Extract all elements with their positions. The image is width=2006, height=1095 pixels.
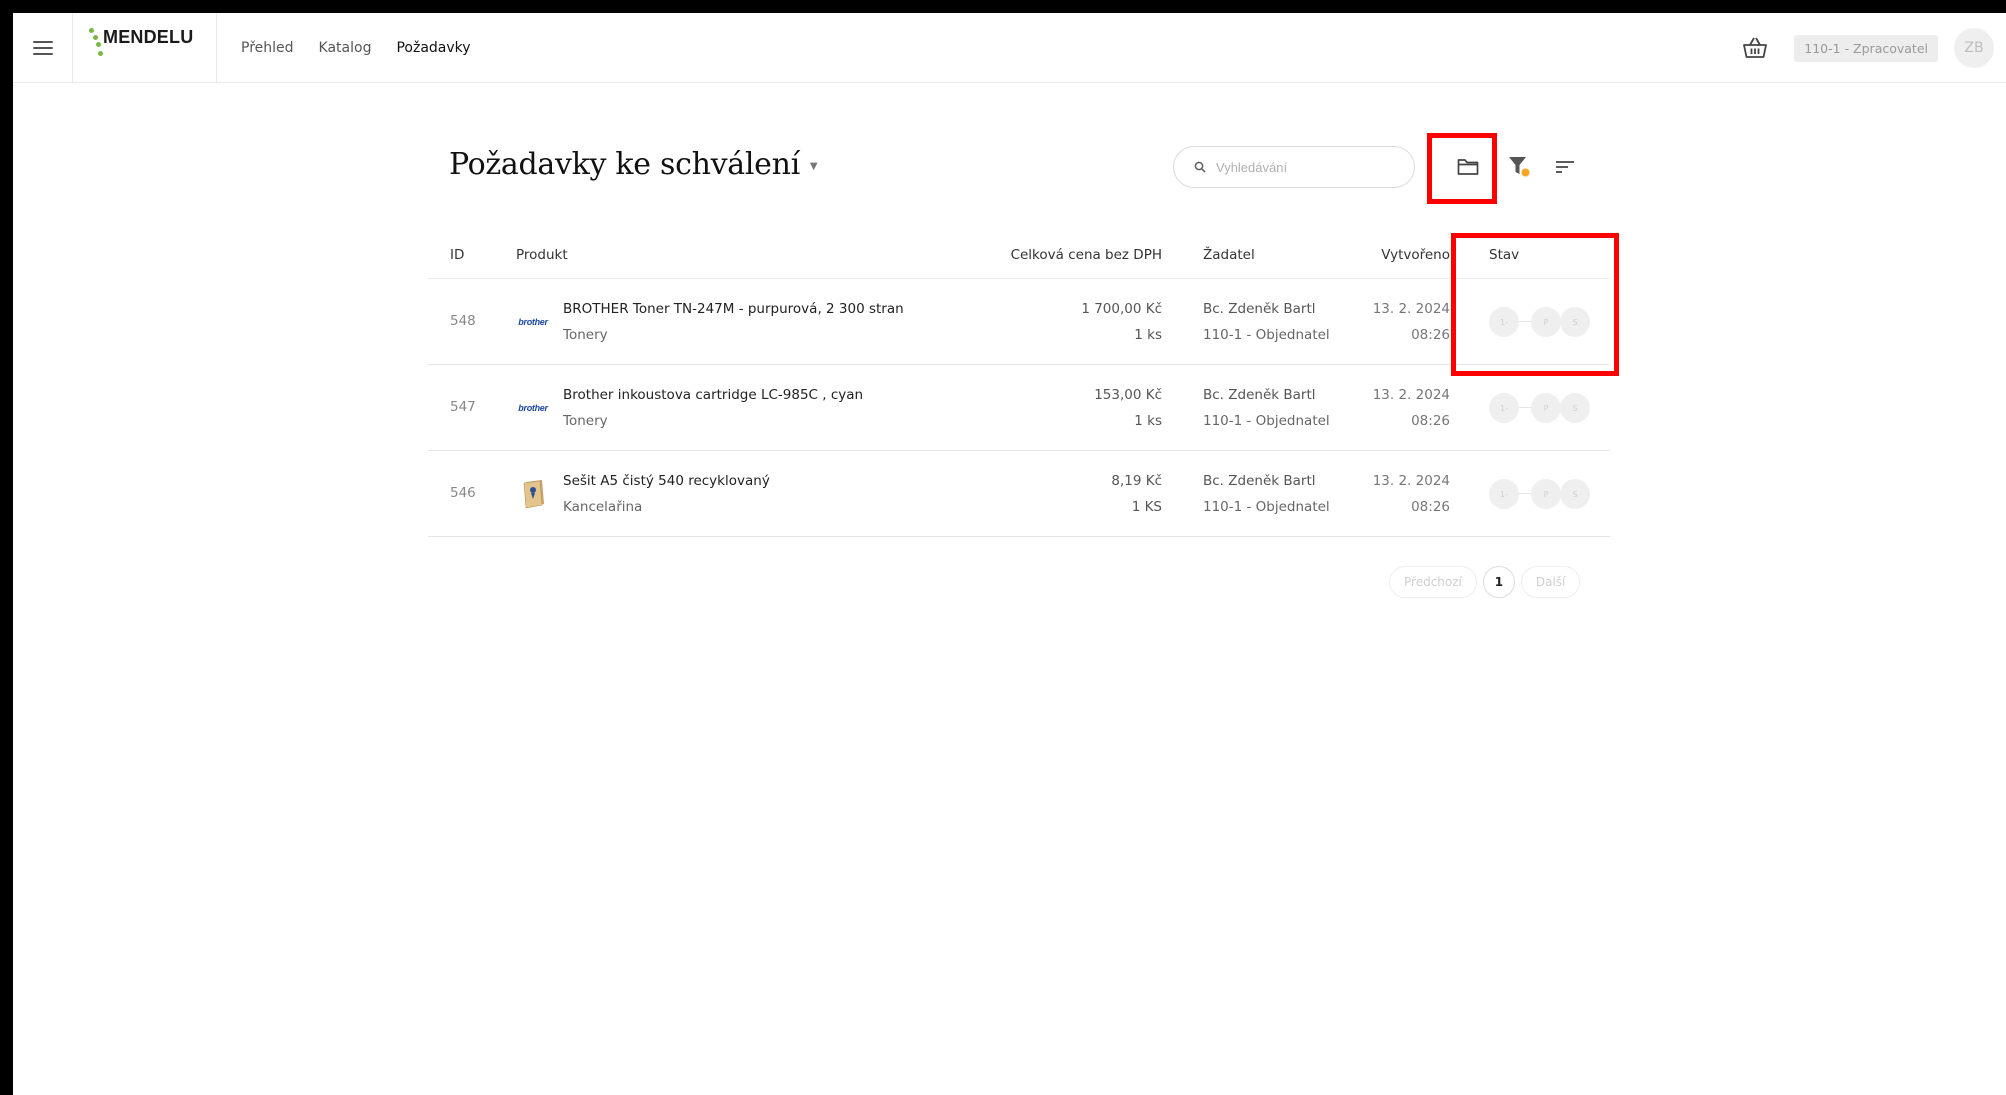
app-window: MENDELU Přehled Katalog Požadavky 110-1 … [13, 13, 2006, 1095]
header-actions: 110-1 - Zpracovatel ZB [1740, 13, 1994, 83]
notebook-icon [523, 480, 544, 509]
filter-icon [1509, 157, 1530, 177]
pagination-page-button[interactable]: 1 [1482, 566, 1515, 598]
step-badge: 1- [1489, 479, 1519, 509]
user-avatar[interactable]: ZB [1954, 28, 1994, 68]
sort-icon [1556, 161, 1574, 173]
row-id: 546 [450, 485, 476, 501]
approval-steps: 1- P S [1489, 393, 1599, 423]
pagination: Předchozí 1 Další [1389, 566, 1581, 598]
page-title: Požadavky ke schválení [449, 147, 800, 182]
row-date: 13. 2. 2024 [1372, 473, 1450, 489]
row-department: 110-1 - Objednatel [1203, 327, 1330, 343]
product-name[interactable]: BROTHER Toner TN-247M - purpurová, 2 300… [563, 301, 904, 317]
logo-dots-icon [89, 27, 103, 61]
table-row[interactable]: 547 brother Brother inkoustova cartridge… [428, 365, 1610, 451]
product-name[interactable]: Brother inkoustova cartridge LC-985C , c… [563, 387, 863, 403]
row-quantity: 1 ks [1134, 413, 1162, 429]
row-price: 153,00 Kč [1094, 387, 1162, 403]
requests-table: ID Produkt Celková cena bez DPH Žadatel … [428, 233, 1610, 537]
basket-button[interactable] [1740, 33, 1770, 63]
col-created[interactable]: Vytvořeno [1381, 247, 1450, 263]
step-badge: S [1560, 479, 1590, 509]
col-id[interactable]: ID [450, 247, 464, 263]
table-row[interactable]: 548 brother BROTHER Toner TN-247M - purp… [428, 279, 1610, 365]
pagination-prev-button[interactable]: Předchozí [1389, 566, 1477, 598]
step-badge: P [1531, 393, 1561, 423]
menu-toggle-button[interactable] [13, 13, 73, 83]
approval-steps: 1- P S [1489, 479, 1599, 509]
product-thumbnail: brother [516, 393, 550, 423]
basket-icon [1743, 37, 1768, 58]
step-badge: 1- [1489, 307, 1519, 337]
caret-down-icon[interactable]: ▼ [810, 161, 818, 172]
step-badge: P [1531, 307, 1561, 337]
row-date: 13. 2. 2024 [1372, 387, 1450, 403]
product-category: Tonery [563, 413, 608, 429]
brother-logo: brother [518, 317, 548, 327]
row-id: 548 [450, 313, 476, 329]
table-header: ID Produkt Celková cena bez DPH Žadatel … [428, 233, 1610, 279]
row-date: 13. 2. 2024 [1372, 301, 1450, 317]
product-category: Kancelařina [563, 499, 643, 515]
top-header: MENDELU Přehled Katalog Požadavky 110-1 … [13, 13, 2006, 83]
pagination-next-button[interactable]: Další [1520, 566, 1581, 598]
row-department: 110-1 - Objednatel [1203, 413, 1330, 429]
page-title-group: Požadavky ke schválení ▼ [449, 147, 818, 182]
filter-button[interactable] [1506, 152, 1536, 182]
folder-button[interactable] [1453, 152, 1483, 182]
row-time: 08:26 [1411, 327, 1450, 343]
folder-icon [1457, 159, 1479, 175]
approval-steps: 1- P S [1489, 307, 1599, 337]
step-badge: S [1560, 393, 1590, 423]
col-price[interactable]: Celková cena bez DPH [1011, 247, 1162, 263]
row-time: 08:26 [1411, 413, 1450, 429]
col-product[interactable]: Produkt [516, 247, 568, 263]
main-nav: Přehled Katalog Požadavky [241, 13, 471, 83]
col-requester[interactable]: Žadatel [1203, 247, 1255, 263]
row-time: 08:26 [1411, 499, 1450, 515]
brother-logo: brother [518, 403, 548, 413]
sort-button[interactable] [1550, 152, 1580, 182]
nav-item-katalog[interactable]: Katalog [319, 40, 372, 56]
col-state[interactable]: Stav [1489, 247, 1519, 263]
hamburger-icon [32, 41, 53, 55]
step-badge: 1- [1489, 393, 1519, 423]
search-box[interactable] [1173, 146, 1415, 188]
product-name[interactable]: Sešit A5 čistý 540 recyklovaný [563, 473, 770, 489]
product-category: Tonery [563, 327, 608, 343]
role-badge[interactable]: 110-1 - Zpracovatel [1794, 34, 1938, 62]
row-requester: Bc. Zdeněk Bartl [1203, 387, 1316, 403]
row-quantity: 1 ks [1134, 327, 1162, 343]
search-icon [1194, 161, 1206, 173]
row-department: 110-1 - Objednatel [1203, 499, 1330, 515]
row-id: 547 [450, 399, 476, 415]
nav-item-pozadavky[interactable]: Požadavky [396, 40, 470, 56]
row-price: 8,19 Kč [1111, 473, 1162, 489]
row-requester: Bc. Zdeněk Bartl [1203, 301, 1316, 317]
search-input[interactable] [1216, 159, 1396, 175]
row-price: 1 700,00 Kč [1081, 301, 1162, 317]
product-thumbnail: brother [516, 307, 550, 337]
table-row[interactable]: 546 Sešit A5 čistý 540 recyklovaný Kance… [428, 451, 1610, 537]
step-badge: P [1531, 479, 1561, 509]
row-requester: Bc. Zdeněk Bartl [1203, 473, 1316, 489]
mendelu-logo[interactable]: MENDELU [73, 13, 217, 83]
row-quantity: 1 KS [1131, 499, 1162, 515]
product-thumbnail [516, 479, 550, 509]
nav-item-prehled[interactable]: Přehled [241, 40, 294, 56]
logo-text: MENDELU [103, 27, 194, 47]
step-badge: S [1560, 307, 1590, 337]
